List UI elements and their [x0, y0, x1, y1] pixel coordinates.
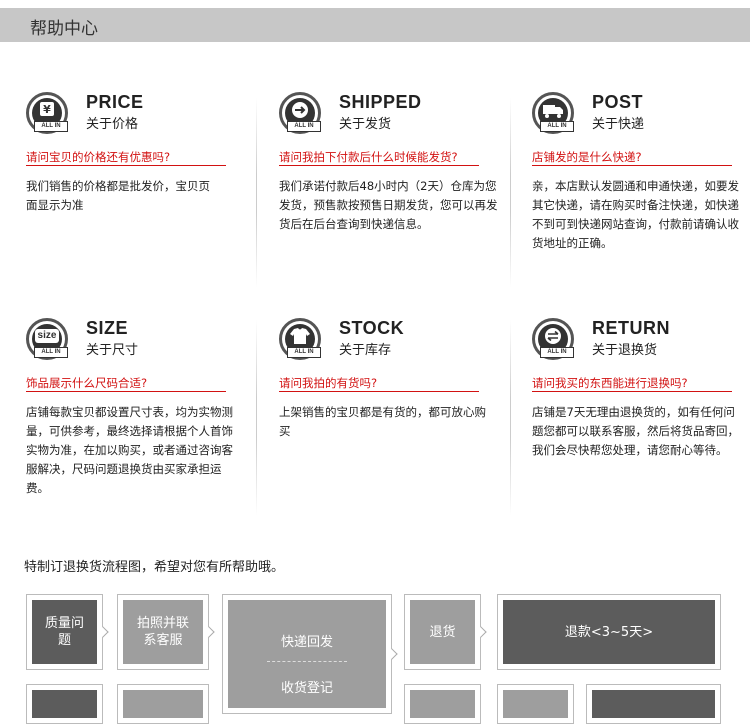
flow-step-row2 — [497, 684, 574, 724]
flow-title: 特制订退换货流程图，希望对您有所帮助哦。 — [24, 560, 285, 575]
flow-step-label: 质量问题 — [44, 616, 84, 648]
card-title-en: PRICE — [86, 92, 144, 112]
flow-step-label-ship: 快递回发 — [280, 635, 333, 650]
truck-icon: ALL IN — [532, 92, 574, 134]
card-question: 请问我买的东西能进行退换吗? — [532, 376, 688, 390]
card-divider — [532, 165, 732, 166]
yen-icon: ¥ ALL IN — [26, 92, 68, 134]
flow-step-label: 拍照并联系客服 — [136, 616, 189, 648]
card-question: 请问我拍的有货吗? — [279, 376, 378, 390]
column-divider — [256, 320, 257, 516]
card-title-cn: 关于快递 — [592, 117, 645, 132]
card-title-en: POST — [592, 92, 644, 112]
card-title-en: SHIPPED — [339, 92, 422, 112]
arrow-right-icon: ALL IN — [279, 92, 321, 134]
card-divider — [26, 391, 226, 392]
help-center-header: 帮助中心 — [0, 8, 750, 42]
card-divider — [532, 391, 732, 392]
card-title-en: SIZE — [86, 318, 129, 338]
size-icon-label: size — [37, 330, 57, 341]
card-title-cn: 关于尺寸 — [86, 343, 139, 358]
svg-text:¥: ¥ — [43, 103, 51, 116]
card-answer: 店铺是7天无理由退换货的，如有任何问题您都可以联系客服，然后将货品寄回，我们会尽… — [532, 405, 739, 457]
flow-divider — [267, 661, 347, 662]
flow-step-quality-issue: 质量问题 — [26, 594, 103, 670]
shirt-icon: ALL IN — [279, 318, 321, 360]
page-title: 帮助中心 — [30, 19, 98, 39]
card-divider — [279, 391, 479, 392]
column-divider — [510, 98, 511, 288]
card-question: 饰品展示什么尺码合适? — [26, 376, 148, 390]
card-divider — [279, 165, 479, 166]
card-divider — [26, 165, 226, 166]
flow-step-refund: 退款<3~5天> — [497, 594, 721, 670]
size-icon: size ALL IN — [26, 318, 68, 360]
flow-step-label: 退货 — [429, 624, 456, 640]
card-answer: 我们销售的价格都是批发价，宝贝页面显示为准 — [26, 179, 210, 212]
exchange-arrows-icon: ALL IN — [532, 318, 574, 360]
column-divider — [256, 98, 257, 288]
card-title-en: RETURN — [592, 318, 670, 338]
flow-step-label: 退款<3~5天> — [564, 624, 654, 640]
card-answer: 上架销售的宝贝都是有货的，都可放心购买 — [279, 405, 486, 438]
card-title-cn: 关于发货 — [339, 117, 392, 132]
flow-step-row2 — [117, 684, 209, 724]
flow-step-row2 — [26, 684, 103, 724]
card-title-cn: 关于退换货 — [592, 343, 658, 358]
card-answer: 店铺每款宝贝都设置尺寸表，均为实物测量，可供参考，最终选择请根据个人首饰实物为准… — [26, 405, 233, 495]
card-answer: 亲，本店默认发圆通和申通快递，如要发其它快递，请在购买时备注快递，如快递不到可到… — [532, 179, 739, 250]
flow-step-return-shipping: 快递回发 收货登记 — [222, 594, 392, 714]
flow-step-row2 — [404, 684, 481, 724]
card-question: 店铺发的是什么快递? — [532, 150, 642, 164]
flow-step-return-goods: 退货 — [404, 594, 481, 670]
card-answer: 我们承诺付款后48小时内（2天）仓库为您发货，预售款按预售日期发货，您可以再发货… — [279, 179, 498, 231]
flow-step-row2 — [586, 684, 721, 724]
column-divider — [510, 320, 511, 516]
card-title-cn: 关于价格 — [86, 117, 139, 132]
card-question: 请问我拍下付款后什么时候能发货? — [279, 150, 458, 164]
card-title-cn: 关于库存 — [339, 343, 392, 358]
flow-step-photo-contact: 拍照并联系客服 — [117, 594, 209, 670]
flow-step-label-receive: 收货登记 — [280, 681, 333, 696]
card-question: 请问宝贝的价格还有优惠吗? — [26, 150, 171, 164]
card-title-en: STOCK — [339, 318, 405, 338]
